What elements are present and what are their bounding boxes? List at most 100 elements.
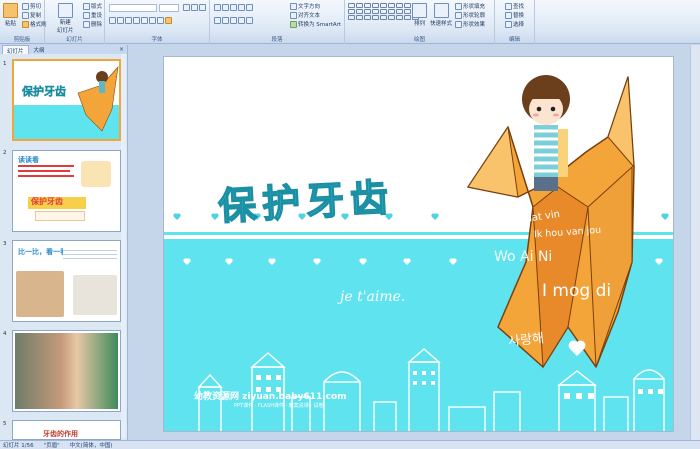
phrase-wo-ai-ni: Wo Ai Ni — [494, 249, 553, 265]
font-color-icon[interactable] — [165, 17, 172, 24]
thumb-title: 牙齿的作用 — [43, 430, 78, 438]
underline-icon[interactable] — [125, 17, 132, 24]
shadow-icon[interactable] — [141, 17, 148, 24]
slide-thumbnail-pane: 幻灯片 大纲 × 1 保护牙齿 2 读读看 保护牙齿 3 比一比，看一看 4 5… — [0, 45, 128, 440]
arrange-button[interactable]: 排列 — [412, 3, 427, 27]
font-style-buttons[interactable] — [109, 17, 172, 24]
layout-icon — [83, 2, 90, 10]
tab-slides[interactable]: 幻灯片 — [2, 45, 29, 55]
delete-button[interactable]: 删除 — [83, 20, 102, 28]
editing-group: 查找 替换 选择 编辑 — [495, 0, 535, 44]
format-painter-button[interactable]: 格式刷 — [22, 20, 47, 28]
slide-canvas[interactable]: 保护牙齿 je t'aime. amat vin Ik hou van jou … — [163, 56, 674, 432]
align-center-icon[interactable] — [222, 17, 229, 24]
find-button[interactable]: 查找 — [505, 2, 524, 10]
slide-thumbnail-5[interactable]: 牙齿的作用 — [12, 420, 121, 440]
select-button[interactable]: 选择 — [505, 20, 524, 28]
clipboard-group-label: 剪贴板 — [13, 37, 31, 43]
align-left-icon[interactable] — [214, 17, 221, 24]
reset-icon — [83, 11, 90, 19]
paste-icon — [3, 3, 18, 18]
shapes-gallery[interactable] — [348, 3, 419, 20]
paste-button[interactable]: 粘贴 — [3, 3, 18, 27]
strikethrough-icon[interactable] — [133, 17, 140, 24]
align-buttons[interactable] — [214, 17, 253, 24]
slide-thumbnail-1[interactable]: 保护牙齿 — [12, 59, 121, 141]
align-right-icon[interactable] — [230, 17, 237, 24]
pane-scrollbar[interactable] — [121, 54, 126, 438]
text-direction-button[interactable]: 文字方向 — [290, 2, 320, 10]
clipboard-group: 粘贴 剪切 复制 格式刷 剪贴板 — [0, 0, 47, 44]
font-grow-button[interactable] — [183, 4, 206, 11]
slide-thumbnail-2[interactable]: 读读看 保护牙齿 — [12, 150, 121, 232]
thumb-title: 比一比，看一看 — [18, 248, 67, 256]
new-slide-icon — [57, 3, 73, 18]
font-group-label: 字体 — [151, 37, 163, 43]
replace-label: 替换 — [513, 13, 525, 19]
case-icon[interactable] — [157, 17, 164, 24]
thumb-subtitle: 保护牙齿 — [31, 197, 63, 206]
thumb-title: 读读看 — [18, 156, 39, 164]
reset-button[interactable]: 重设 — [83, 11, 102, 19]
font-name-field[interactable] — [109, 4, 157, 12]
font-group: 字体 — [105, 0, 210, 44]
align-text-label: 对齐文本 — [298, 13, 321, 19]
status-bar: 幻灯片 1/56 "页眉" 中文(简体，中国) — [0, 440, 700, 449]
font-size-field[interactable] — [159, 4, 179, 12]
scissors-icon — [22, 2, 29, 10]
decrease-indent-icon[interactable] — [230, 4, 237, 11]
text-direction-label: 文字方向 — [298, 4, 321, 10]
bold-icon[interactable] — [109, 17, 116, 24]
cursor-icon — [505, 20, 512, 28]
pane-close-button[interactable]: × — [119, 46, 124, 53]
spacing-icon[interactable] — [149, 17, 156, 24]
new-slide-label: 新建 — [59, 20, 71, 26]
select-label: 选择 — [513, 22, 525, 28]
thumb-photo-girl — [73, 275, 117, 315]
slide-thumbnail-3[interactable]: 比一比，看一看 — [12, 240, 121, 322]
arrange-label: 排列 — [413, 21, 425, 27]
columns-icon[interactable] — [246, 17, 253, 24]
thumb-number: 3 — [3, 241, 7, 247]
italic-icon[interactable] — [117, 17, 124, 24]
crane-thumb-icon — [77, 66, 119, 132]
increase-indent-icon[interactable] — [238, 4, 245, 11]
justify-icon[interactable] — [238, 17, 245, 24]
shape-outline-button[interactable]: 形状轮廓 — [455, 11, 485, 19]
paragraph-group: 文字方向 对齐文本 转换为 SmartArt 段落 — [210, 0, 345, 44]
watermark-site: 幼教资源网 ziyuan.baby611.com — [194, 392, 347, 402]
status-theme: "页眉" — [43, 443, 60, 449]
list-buttons[interactable] — [214, 4, 253, 11]
delete-label: 删除 — [91, 22, 103, 28]
bullets-icon[interactable] — [214, 4, 221, 11]
ribbon: 粘贴 剪切 复制 格式刷 剪贴板 新建 幻灯片 版式 重设 删除 幻灯片 字体 — [0, 0, 700, 44]
layout-label: 版式 — [91, 4, 103, 10]
slides-group: 新建 幻灯片 版式 重设 删除 幻灯片 — [45, 0, 105, 44]
shape-effects-button[interactable]: 形状效果 — [455, 20, 485, 28]
replace-button[interactable]: 替换 — [505, 11, 524, 19]
cut-button[interactable]: 剪切 — [22, 2, 41, 10]
status-language[interactable]: 中文(简体，中国) — [70, 441, 113, 449]
paste-label: 粘贴 — [4, 21, 16, 27]
editor-scrollbar[interactable] — [690, 45, 700, 440]
layout-button[interactable]: 版式 — [83, 2, 102, 10]
slide-title[interactable]: 保护牙齿 — [216, 166, 395, 230]
binoculars-icon — [505, 2, 512, 10]
watermark-subtitle: PPT课件 · FLASH课件 · 教案说课 · 试卷 — [234, 403, 324, 409]
drawing-group: 排列 快速样式 形状填充 形状轮廓 形状效果 绘图 — [345, 0, 495, 44]
cut-label: 剪切 — [30, 4, 42, 10]
tab-outline[interactable]: 大纲 — [30, 45, 49, 54]
delete-icon — [83, 20, 90, 28]
copy-label: 复制 — [30, 13, 42, 19]
line-spacing-icon[interactable] — [246, 4, 253, 11]
quick-styles-button[interactable]: 快速样式 — [430, 3, 452, 27]
smartart-button[interactable]: 转换为 SmartArt — [290, 20, 341, 28]
numbering-icon[interactable] — [222, 4, 229, 11]
new-slide-button[interactable]: 新建 幻灯片 — [57, 3, 74, 34]
slide-thumbnail-4[interactable] — [12, 330, 121, 412]
arrange-icon — [412, 3, 427, 18]
shape-fill-label: 形状填充 — [463, 4, 486, 10]
align-text-button[interactable]: 对齐文本 — [290, 11, 320, 19]
copy-button[interactable]: 复制 — [22, 11, 41, 19]
shape-fill-button[interactable]: 形状填充 — [455, 2, 485, 10]
